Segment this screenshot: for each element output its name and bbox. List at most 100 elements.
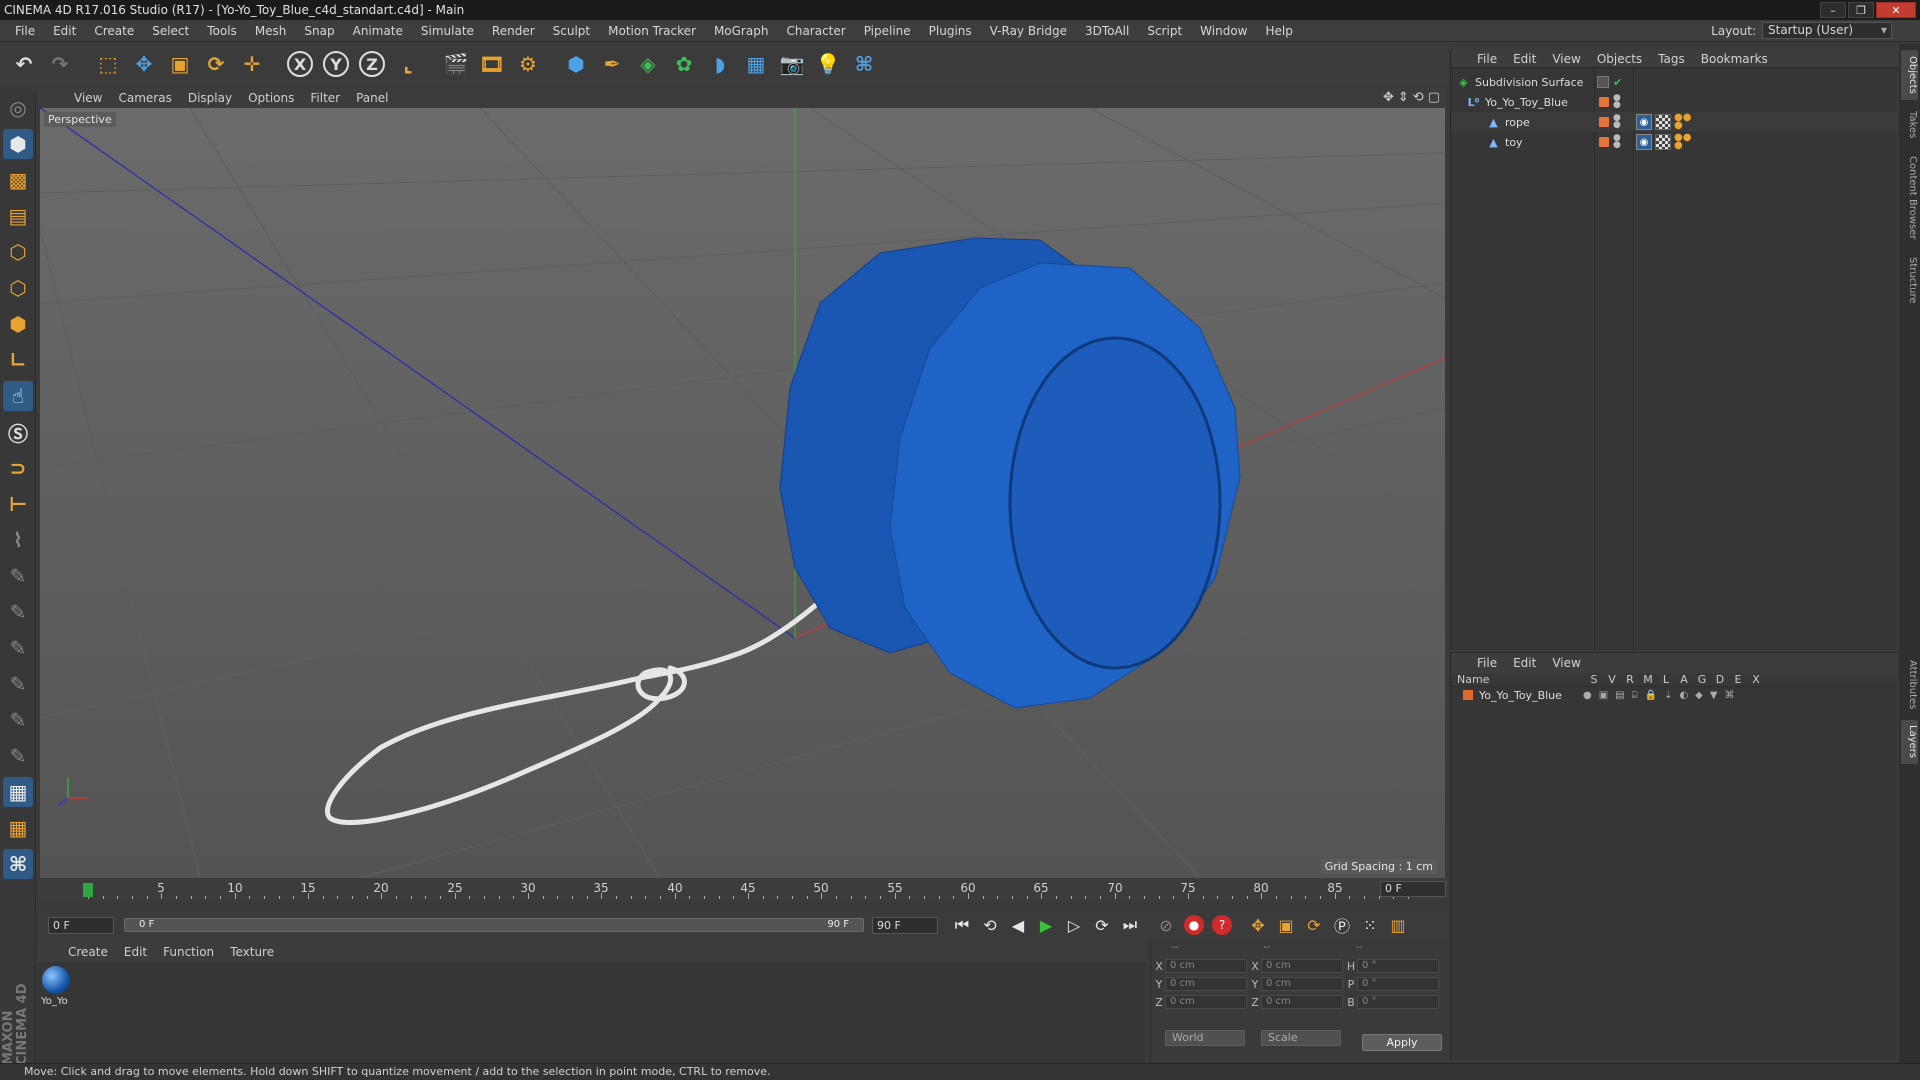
menu-motion-tracker[interactable]: Motion Tracker [599, 24, 705, 38]
tab-attributes[interactable]: Attributes [1901, 654, 1918, 716]
material-menu-texture[interactable]: Texture [222, 945, 282, 959]
axis-locking-icon[interactable]: ⊢ [3, 489, 33, 519]
floor-environment-icon[interactable]: ▦ [740, 48, 772, 80]
tab-objects[interactable]: Objects [1901, 50, 1918, 100]
coordinate-mode-select[interactable]: Scale [1261, 1030, 1341, 1046]
layer-row[interactable]: Yo_Yo_Toy_Blue ●▣▤⌸🔒⇣◐◆▼⌘ [1451, 687, 1897, 703]
camera-icon[interactable]: 📷 [776, 48, 808, 80]
position-z-field[interactable]: 0 cm [1165, 995, 1247, 1009]
start-frame-field[interactable]: 0 F [48, 916, 114, 934]
viewport-menu-panel[interactable]: Panel [348, 91, 396, 105]
material-menu-create[interactable]: Create [60, 945, 116, 959]
python-script-icon[interactable]: ⌘ [3, 849, 33, 879]
key-scale-icon[interactable]: ▣ [1273, 912, 1299, 938]
viewport-menu-options[interactable]: Options [240, 91, 302, 105]
subdivision-generator-icon[interactable]: ◈ [632, 48, 664, 80]
menu-tools[interactable]: Tools [198, 24, 246, 38]
menu-plugins[interactable]: Plugins [920, 24, 981, 38]
brush-r-icon[interactable]: ✎ [3, 597, 33, 627]
layout-select[interactable]: Startup (User) [1762, 22, 1892, 39]
axis-mode-icon[interactable]: ∟ [3, 345, 33, 375]
viewport-menu-filter[interactable]: Filter [302, 91, 348, 105]
tab-structure[interactable]: Structure [1901, 250, 1918, 310]
viewport-menu-view[interactable]: View [66, 91, 110, 105]
undo-icon[interactable]: ↶ [8, 48, 40, 80]
points-mode-icon[interactable]: ⬡ [3, 237, 33, 267]
menu-script[interactable]: Script [1138, 24, 1191, 38]
uvw-tag-icon[interactable] [1655, 114, 1671, 130]
menu-character[interactable]: Character [777, 24, 854, 38]
viewport-camera-label[interactable]: Perspective [44, 112, 116, 127]
edit-render-settings-icon[interactable]: ⚙ [512, 48, 544, 80]
maximize-view-icon[interactable]: ▢ [1428, 90, 1440, 105]
visibility-dots[interactable]: ● ● [1613, 114, 1621, 130]
timeline-window-icon[interactable]: ▥ [1385, 912, 1411, 938]
lock-y-axis-button[interactable]: Y [320, 48, 352, 80]
tab-content-browser[interactable]: Content Browser [1901, 150, 1918, 246]
previous-frame-icon[interactable]: ◀ [1005, 912, 1031, 938]
layer-color-swatch[interactable] [1599, 97, 1609, 107]
om-menu-bookmarks[interactable]: Bookmarks [1693, 52, 1776, 66]
menu-render[interactable]: Render [483, 24, 544, 38]
object-row-subdivision-surface[interactable]: ◈ Subdivision Surface ✔ [1451, 72, 1898, 92]
sculpt-brush-icon[interactable]: ✎ [3, 669, 33, 699]
material-menu-function[interactable]: Function [155, 945, 222, 959]
material-tag-icon[interactable]: ◉ [1636, 134, 1652, 150]
cube-primitive-icon[interactable]: ⬢ [560, 48, 592, 80]
record-active-icon[interactable]: ● [1181, 912, 1207, 938]
size-x-field[interactable]: 0 cm [1261, 959, 1343, 973]
lm-menu-view[interactable]: View [1544, 656, 1588, 670]
close-button[interactable]: ✕ [1876, 2, 1916, 18]
deformer-icon[interactable]: ◗ [704, 48, 736, 80]
lm-menu-file[interactable]: File [1469, 656, 1505, 670]
rotation-h-field[interactable]: 0 ° [1357, 959, 1439, 973]
menu-3dtoall[interactable]: 3DToAll [1076, 24, 1138, 38]
layer-color-swatch[interactable] [1599, 137, 1609, 147]
om-menu-view[interactable]: View [1544, 52, 1588, 66]
menu-simulate[interactable]: Simulate [412, 24, 483, 38]
viewport-menu-cameras[interactable]: Cameras [110, 91, 179, 105]
lock-z-axis-button[interactable]: Z [356, 48, 388, 80]
object-row-rope[interactable]: ▲ rope ● ● ◉ ●● ● [1451, 112, 1898, 132]
om-menu-tags[interactable]: Tags [1650, 52, 1693, 66]
layer-tag-icon[interactable] [1597, 76, 1609, 88]
edges-mode-icon[interactable]: ⬡ [3, 273, 33, 303]
workplane-mode-icon[interactable]: ▤ [3, 201, 33, 231]
size-z-field[interactable]: 0 cm [1261, 995, 1343, 1009]
end-frame-field[interactable]: 90 F [872, 916, 938, 934]
menu-sculpt[interactable]: Sculpt [544, 24, 599, 38]
workplane-lock-icon[interactable]: ▦ [3, 813, 33, 843]
zoom-icon[interactable]: ⇕ [1398, 90, 1409, 105]
flatten-brush-icon[interactable]: ✎ [3, 741, 33, 771]
coordinate-system-icon[interactable]: ⌞ [392, 48, 424, 80]
next-frame-icon[interactable]: ▷ [1061, 912, 1087, 938]
menu-mesh[interactable]: Mesh [246, 24, 296, 38]
om-menu-objects[interactable]: Objects [1589, 52, 1650, 66]
lock-x-axis-button[interactable]: X [284, 48, 316, 80]
snapping-icon[interactable]: Ⓢ [3, 417, 33, 447]
next-key-icon[interactable]: ⟳ [1089, 912, 1115, 938]
menu-animate[interactable]: Animate [344, 24, 412, 38]
brush-s-icon[interactable]: ✎ [3, 633, 33, 663]
material-name[interactable]: Yo_Yo [41, 996, 71, 1007]
menu-snap[interactable]: Snap [295, 24, 343, 38]
minimize-button[interactable]: – [1820, 2, 1846, 18]
move-tool-icon[interactable]: ✥ [128, 48, 160, 80]
menu-pipeline[interactable]: Pipeline [855, 24, 920, 38]
orbit-icon[interactable]: ⟲ [1413, 90, 1424, 105]
key-rotation-icon[interactable]: ⟳ [1301, 912, 1327, 938]
brush-p-icon[interactable]: ✎ [3, 561, 33, 591]
visibility-dots[interactable]: ● ● [1613, 94, 1621, 110]
lm-menu-edit[interactable]: Edit [1505, 656, 1544, 670]
magnet-icon[interactable]: ⊃ [3, 453, 33, 483]
tab-layers[interactable]: Layers [1901, 720, 1918, 764]
material-menu-edit[interactable]: Edit [116, 945, 155, 959]
coordinate-space-select[interactable]: World [1165, 1030, 1245, 1046]
material-tag-icon[interactable]: ◉ [1636, 114, 1652, 130]
selection-tag-icon[interactable]: ●● ● [1674, 113, 1691, 131]
go-to-end-icon[interactable]: ⏭ [1117, 912, 1143, 938]
size-y-field[interactable]: 0 cm [1261, 977, 1343, 991]
material-thumbnail[interactable] [42, 966, 70, 994]
position-y-field[interactable]: 0 cm [1165, 977, 1247, 991]
menu-mograph[interactable]: MoGraph [705, 24, 778, 38]
